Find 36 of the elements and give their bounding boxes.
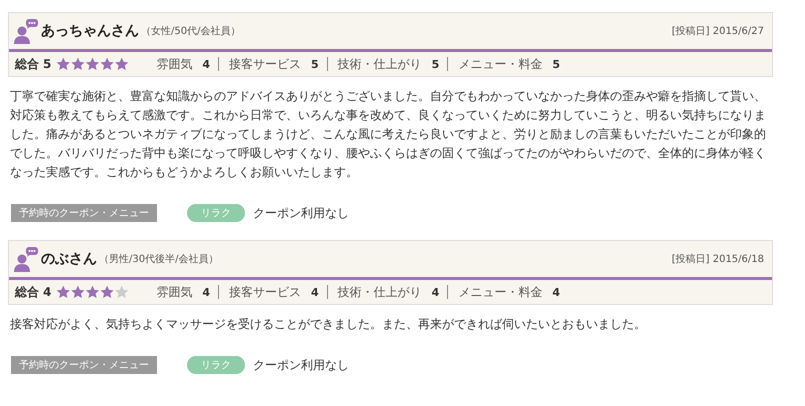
overall-score: 5 — [43, 57, 52, 71]
reviewer-name: あっちゃんさん — [41, 22, 139, 40]
rating-value: 5 — [311, 58, 319, 70]
rating-label: 技術・仕上がり — [338, 56, 422, 72]
category-tag: リラク — [187, 204, 245, 222]
user-icon — [13, 246, 39, 272]
review-text: 丁寧で確実な施術と、豊富な知識からのアドバイスありがとうございました。自分でもわかっていなかった身体の歪みや癖を指摘して貰い、対応策も教えてもらえて感激です。これから日常で、いろんな事を改めて、良くなっていくために努力していこうと、明るい気持ちになりました。痛みがあるとついネガティブになってしまうけど、こんな風に考えたら良いですよと、労りと励ましの言葉もいただいたことが印象的でした。バリバリだった背中も楽になって呼吸しやすくなり、腰やふくらはぎの固くて強ばってたのがやわらいだので、全体的に身体が軽くなった実感です。これからもどうかよろしくお願いいたします。 — [10, 88, 767, 181]
rating-label: 技術・仕上がり — [338, 284, 422, 300]
user-icon — [13, 18, 39, 44]
overall-score: 4 — [43, 285, 52, 299]
category-tag: リラク — [187, 356, 245, 374]
coupon-text: クーポン利用なし — [253, 356, 349, 374]
overall-label: 総合 — [15, 56, 39, 72]
reviewer-profile: （女性/50代/会社員） — [141, 24, 240, 38]
rating-label: 雰囲気 — [156, 284, 192, 300]
post-date: [投稿日] 2015/6/27 — [672, 24, 764, 38]
rating-label: 雰囲気 — [156, 56, 192, 72]
rating-label: 接客サービス — [229, 284, 302, 300]
rating-value: 4 — [432, 286, 440, 298]
rating-label: 接客サービス — [229, 56, 302, 72]
rating-value: 4 — [552, 286, 560, 298]
review-text: 接客対応がよく、気持ちよくマッサージを受けることができました。また、再来ができれば伺いたいとおもいました。 — [10, 316, 647, 333]
coupon-label: 予約時のクーポン・メニュー — [11, 204, 157, 222]
rating-value: 4 — [311, 286, 319, 298]
reviewer-name: のぶさん — [41, 250, 97, 268]
post-date: [投稿日] 2015/6/18 — [672, 252, 764, 266]
rating-label: メニュー・料金 — [458, 284, 542, 300]
rating-value: 5 — [432, 58, 440, 70]
coupon-text: クーポン利用なし — [253, 204, 349, 222]
rating-value: 4 — [202, 58, 210, 70]
rating-label: メニュー・料金 — [458, 56, 542, 72]
coupon-label: 予約時のクーポン・メニュー — [11, 356, 157, 374]
rating-value: 5 — [552, 58, 560, 70]
rating-value: 4 — [202, 286, 210, 298]
reviewer-profile: （男性/30代後半/会社員） — [99, 252, 218, 266]
overall-label: 総合 — [15, 284, 39, 300]
